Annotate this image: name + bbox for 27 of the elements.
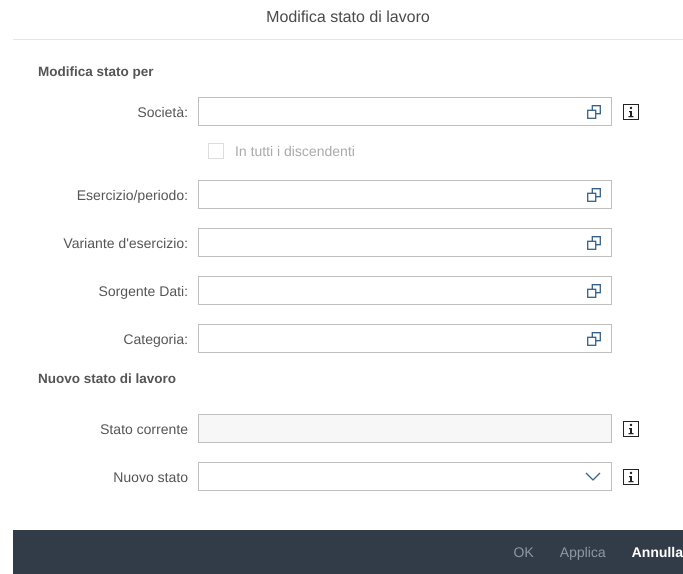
value-help-icon[interactable] (587, 332, 601, 346)
footer-button[interactable]: Annulla (622, 538, 683, 566)
dropdown-field[interactable] (198, 462, 612, 491)
dialog-title: Modifica stato di lavoro (13, 0, 683, 40)
field-label: Esercizio/periodo: (76, 186, 189, 202)
value-help-icon[interactable] (587, 188, 601, 202)
field-label: Nuovo stato (112, 468, 189, 484)
input-field[interactable] (198, 228, 612, 257)
field-label: Società: (136, 104, 189, 120)
input-field[interactable] (198, 180, 612, 209)
field-label: Categoria: (122, 330, 189, 346)
input-field[interactable] (198, 97, 612, 126)
section-heading: Modifica stato per (38, 64, 155, 79)
chevron-down-icon[interactable] (585, 472, 601, 481)
input-field[interactable] (198, 324, 612, 353)
field-label: Stato corrente (99, 420, 189, 436)
field-label: Sorgente Dati: (98, 282, 189, 298)
input-field[interactable] (198, 276, 612, 305)
field-label: Variante d'esercizio: (62, 234, 189, 250)
checkbox-label: In tutti i discendenti (235, 143, 355, 159)
section-heading: Nuovo stato di lavoro (38, 371, 178, 386)
info-icon[interactable] (623, 104, 639, 120)
value-help-icon[interactable] (587, 104, 601, 118)
value-help-icon[interactable] (587, 236, 601, 250)
info-icon[interactable] (623, 468, 639, 484)
value-help-icon[interactable] (587, 284, 601, 298)
info-icon[interactable] (623, 420, 639, 436)
